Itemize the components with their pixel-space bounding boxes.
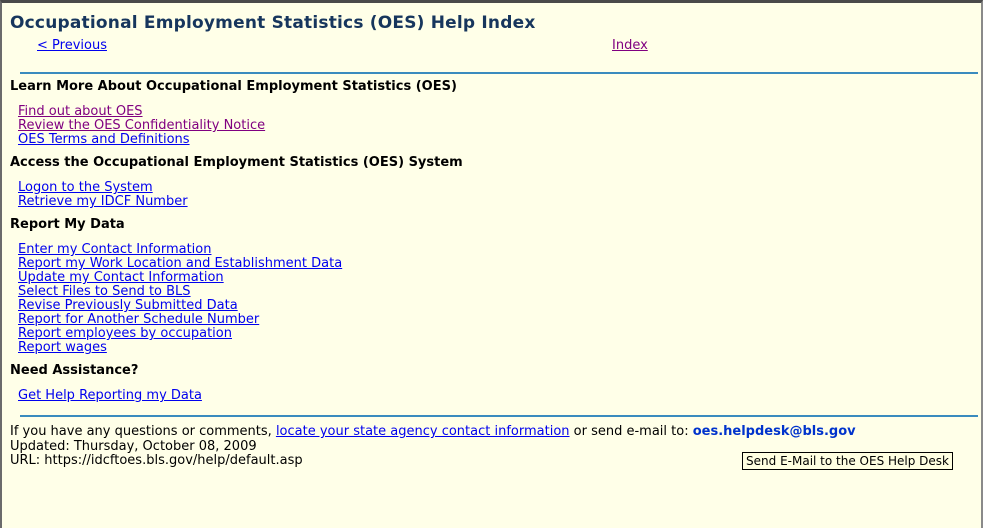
section-links: Get Help Reporting my Data <box>18 388 981 403</box>
section-links: Enter my Contact Information Report my W… <box>18 242 981 355</box>
footer-text: or send e-mail to: <box>569 424 693 439</box>
report-work-location-link[interactable]: Report my Work Location and Establishmen… <box>18 257 342 271</box>
footer-text: If you have any questions or comments, <box>10 424 276 439</box>
footer-contact-line: If you have any questions or comments, l… <box>10 424 981 440</box>
section-learn-more: Learn More About Occupational Employment… <box>2 79 981 147</box>
report-employees-link[interactable]: Report employees by occupation <box>18 327 232 341</box>
retrieve-idcf-link[interactable]: Retrieve my IDCF Number <box>18 195 188 209</box>
index-link[interactable]: Index <box>612 38 648 53</box>
report-wages-link[interactable]: Report wages <box>18 341 107 355</box>
select-files-link[interactable]: Select Files to Send to BLS <box>18 285 191 299</box>
section-access-system: Access the Occupational Employment Stati… <box>2 155 981 209</box>
section-heading: Report My Data <box>10 217 125 232</box>
email-hover-tooltip: Send E-Mail to the OES Help Desk <box>742 452 953 470</box>
footer-divider <box>20 415 978 417</box>
logon-link[interactable]: Logon to the System <box>18 181 153 195</box>
another-schedule-number-link[interactable]: Report for Another Schedule Number <box>18 313 259 327</box>
header-divider <box>20 72 978 74</box>
find-out-about-oes-link[interactable]: Find out about OES <box>18 105 143 119</box>
section-heading: Need Assistance? <box>10 363 139 378</box>
section-links: Find out about OES Review the OES Confid… <box>18 104 981 147</box>
get-help-reporting-link[interactable]: Get Help Reporting my Data <box>18 389 202 403</box>
section-links: Logon to the System Retrieve my IDCF Num… <box>18 180 981 209</box>
enter-contact-info-link[interactable]: Enter my Contact Information <box>18 243 211 257</box>
oes-help-index-page: Occupational Employment Statistics (OES)… <box>0 0 983 528</box>
update-contact-info-link[interactable]: Update my Contact Information <box>18 271 224 285</box>
header-nav: < Previous Index <box>2 38 981 53</box>
section-heading: Access the Occupational Employment Stati… <box>10 155 463 170</box>
terms-definitions-link[interactable]: OES Terms and Definitions <box>18 133 190 147</box>
confidentiality-notice-link[interactable]: Review the OES Confidentiality Notice <box>18 119 265 133</box>
state-agency-contact-link[interactable]: locate your state agency contact informa… <box>276 424 570 439</box>
previous-link[interactable]: < Previous <box>37 38 107 53</box>
page-title: Occupational Employment Statistics (OES)… <box>10 13 536 33</box>
section-report-my-data: Report My Data Enter my Contact Informat… <box>2 217 981 355</box>
revise-submitted-data-link[interactable]: Revise Previously Submitted Data <box>18 299 238 313</box>
helpdesk-email-link[interactable]: oes.helpdesk@bls.gov <box>693 424 856 439</box>
section-need-assistance: Need Assistance? Get Help Reporting my D… <box>2 363 981 403</box>
section-heading: Learn More About Occupational Employment… <box>10 79 457 94</box>
